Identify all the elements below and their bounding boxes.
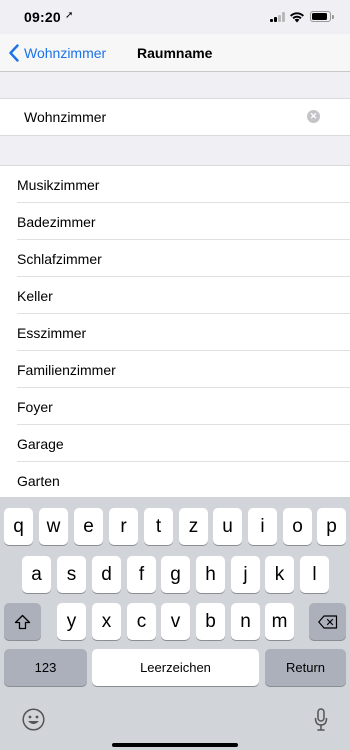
list-item[interactable]: Garten <box>0 462 350 497</box>
delete-key[interactable] <box>309 603 346 640</box>
key-p[interactable]: p <box>317 508 346 545</box>
list-item[interactable]: Esszimmer <box>0 314 350 351</box>
list-item-label: Keller <box>17 288 53 304</box>
key-j[interactable]: j <box>231 556 260 593</box>
list-item[interactable]: Keller <box>0 277 350 314</box>
room-suggestion-list: Musikzimmer Badezimmer Schlafzimmer Kell… <box>0 165 350 497</box>
list-item-label: Garten <box>17 473 60 489</box>
key-x[interactable]: x <box>92 603 121 640</box>
navigation-bar: Wohnzimmer Raumname <box>0 34 350 72</box>
list-item-label: Familienzimmer <box>17 362 116 378</box>
key-e[interactable]: e <box>74 508 103 545</box>
backspace-icon <box>317 614 337 629</box>
emoji-icon[interactable] <box>22 708 45 731</box>
back-button-label: Wohnzimmer <box>24 45 107 61</box>
key-y[interactable]: y <box>57 603 86 640</box>
room-name-field-row: ✕ <box>0 98 350 136</box>
key-o[interactable]: o <box>283 508 312 545</box>
cellular-signal-icon <box>270 12 286 22</box>
list-item-label: Garage <box>17 436 64 452</box>
space-key[interactable]: Leerzeichen <box>92 649 259 686</box>
home-indicator[interactable] <box>112 743 238 747</box>
list-item-label: Badezimmer <box>17 214 96 230</box>
key-u[interactable]: u <box>213 508 242 545</box>
list-item[interactable]: Badezimmer <box>0 203 350 240</box>
wifi-icon <box>290 12 304 23</box>
chevron-left-icon <box>9 44 19 62</box>
list-item-label: Foyer <box>17 399 53 415</box>
list-item-label: Musikzimmer <box>17 177 100 193</box>
shift-key[interactable] <box>4 603 41 640</box>
key-q[interactable]: q <box>4 508 33 545</box>
clear-text-icon[interactable]: ✕ <box>307 110 320 123</box>
numbers-key[interactable]: 123 <box>4 649 87 686</box>
room-name-input[interactable] <box>24 99 294 135</box>
page-title: Raumname <box>137 45 213 61</box>
status-bar: 09:20 ➚ <box>0 0 350 34</box>
key-r[interactable]: r <box>109 508 138 545</box>
key-k[interactable]: k <box>265 556 294 593</box>
key-w[interactable]: w <box>39 508 68 545</box>
microphone-icon[interactable] <box>314 708 328 732</box>
on-screen-keyboard: q w e r t z u i o p a s d f g h j k l y … <box>0 497 350 750</box>
key-a[interactable]: a <box>22 556 51 593</box>
back-button[interactable]: Wohnzimmer <box>8 41 106 65</box>
key-t[interactable]: t <box>144 508 173 545</box>
return-key[interactable]: Return <box>265 649 346 686</box>
list-item[interactable]: Familienzimmer <box>0 351 350 388</box>
key-h[interactable]: h <box>196 556 225 593</box>
key-d[interactable]: d <box>92 556 121 593</box>
key-f[interactable]: f <box>127 556 156 593</box>
key-n[interactable]: n <box>231 603 260 640</box>
list-item[interactable]: Foyer <box>0 388 350 425</box>
list-item[interactable]: Garage <box>0 425 350 462</box>
key-b[interactable]: b <box>196 603 225 640</box>
key-z[interactable]: z <box>179 508 208 545</box>
list-item[interactable]: Musikzimmer <box>0 166 350 203</box>
shift-arrow-icon <box>14 614 31 629</box>
status-time: 09:20 <box>24 9 61 25</box>
location-arrow-icon: ➚ <box>65 10 74 21</box>
list-item-label: Esszimmer <box>17 325 87 341</box>
key-s[interactable]: s <box>57 556 86 593</box>
key-m[interactable]: m <box>265 603 294 640</box>
list-item-label: Schlafzimmer <box>17 251 102 267</box>
battery-icon <box>310 11 334 22</box>
key-c[interactable]: c <box>127 603 156 640</box>
key-l[interactable]: l <box>300 556 329 593</box>
key-v[interactable]: v <box>161 603 190 640</box>
key-i[interactable]: i <box>248 508 277 545</box>
key-g[interactable]: g <box>161 556 190 593</box>
list-item[interactable]: Schlafzimmer <box>0 240 350 277</box>
